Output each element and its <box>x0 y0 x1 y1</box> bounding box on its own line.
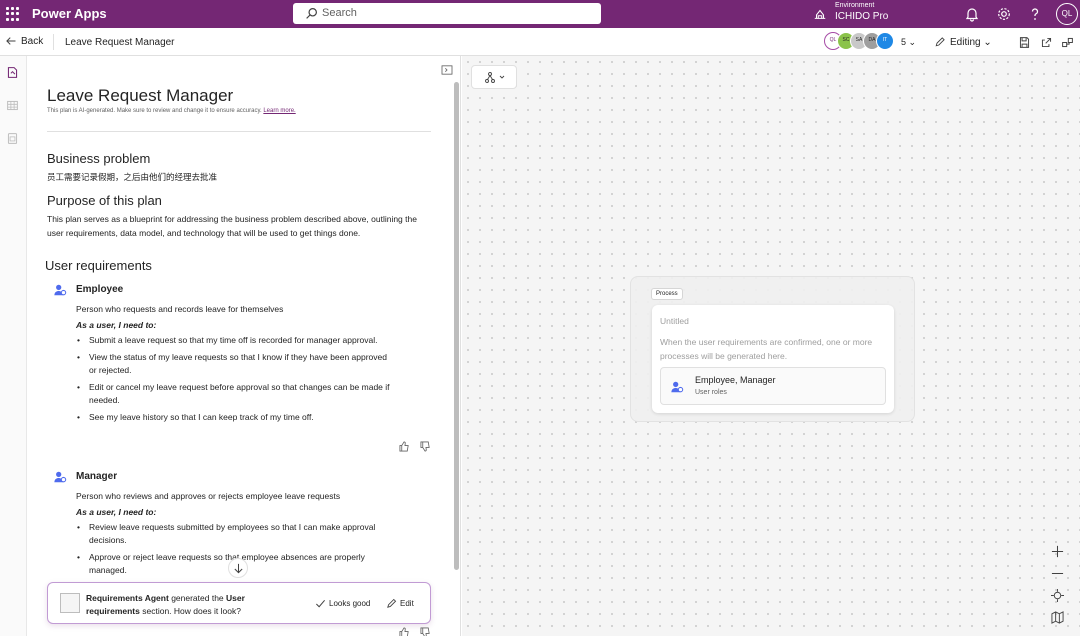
process-tag: Process <box>651 288 683 300</box>
user-roles-names: Employee, Manager <box>695 375 776 385</box>
purpose-text: This plan serves as a blueprint for addr… <box>47 214 417 238</box>
agent-name: Requirements Agent <box>86 593 169 603</box>
user-avatar[interactable]: QL <box>1056 3 1078 25</box>
person-icon <box>671 381 684 393</box>
process-title: Untitled <box>660 316 689 326</box>
document-title: Leave Request Manager <box>47 86 234 105</box>
process-card[interactable]: Untitled When the user requirements are … <box>652 305 894 413</box>
needs-label: As a user, I need to: <box>76 507 157 517</box>
user-roles-label: User roles <box>695 389 727 396</box>
needs-label: As a user, I need to: <box>76 320 157 330</box>
list-item: View the status of my leave requests so … <box>75 351 390 377</box>
plan-title: Leave Request Manager <box>65 37 175 48</box>
ai-disclaimer-text: This plan is AI-generated. Make sure to … <box>47 108 262 114</box>
arrow-down-icon <box>234 563 243 574</box>
map-icon[interactable] <box>1051 611 1064 624</box>
back-label: Back <box>21 35 44 47</box>
pencil-icon <box>387 598 397 608</box>
design-canvas[interactable]: Process Untitled When the user requireme… <box>462 56 1080 636</box>
plan-document-pane: Leave Request Manager This plan is AI-ge… <box>27 56 461 636</box>
divider <box>53 34 54 50</box>
app-icon[interactable] <box>6 132 19 145</box>
checkmark-icon <box>316 599 326 608</box>
divider <box>47 131 431 132</box>
list-item: Review leave requests submitted by emplo… <box>75 521 390 547</box>
diagram-icon <box>485 72 505 83</box>
process-description: When the user requirements are confirmed… <box>660 337 873 361</box>
role-name: Employee <box>76 284 124 295</box>
app-launcher-icon[interactable] <box>6 7 20 21</box>
person-icon <box>54 471 67 483</box>
thumbs-down-icon[interactable] <box>420 441 431 452</box>
list-item: Submit a leave request so that my time o… <box>75 334 390 347</box>
list-item: Edit or cancel my leave request before a… <box>75 381 390 407</box>
zoom-in-icon[interactable] <box>1051 545 1064 558</box>
thumbs-down-icon[interactable] <box>420 627 431 636</box>
process-group[interactable]: Process Untitled When the user requireme… <box>630 276 915 422</box>
user-requirements-heading: User requirements <box>45 258 152 273</box>
environment-icon[interactable] <box>813 7 827 21</box>
feedback-buttons <box>399 627 431 636</box>
toast-tail: section. How does it look? <box>142 606 241 616</box>
needs-list: Submit a leave request so that my time o… <box>75 334 390 428</box>
collaborator-count-value: 5 <box>901 37 907 47</box>
toast-middle: generated the <box>171 593 224 603</box>
looks-good-label: Looks good <box>329 599 371 608</box>
learn-more-link[interactable]: Learn more. <box>263 108 295 114</box>
user-roles-chip[interactable]: Employee, Manager User roles <box>660 367 886 405</box>
purpose-heading: Purpose of this plan <box>47 193 162 208</box>
editing-label: Editing <box>950 36 981 48</box>
help-icon[interactable] <box>1027 6 1043 22</box>
environment-name[interactable]: ICHIDO Pro <box>835 11 888 22</box>
collaborator-avatars[interactable]: QL SC SA DA IT <box>824 32 898 52</box>
environment-label: Environment <box>835 2 875 9</box>
search-icon <box>306 8 317 19</box>
thumbs-up-icon[interactable] <box>399 627 410 636</box>
fit-view-icon[interactable] <box>1051 589 1064 602</box>
arrow-left-icon <box>6 37 16 45</box>
toast-message: Requirements Agent generated the User re… <box>86 592 276 618</box>
role-name: Manager <box>76 471 118 482</box>
command-bar: Back Leave Request Manager QL SC SA DA I… <box>0 28 1080 56</box>
collaborator-count[interactable]: 5 ⌄ <box>901 37 916 48</box>
zoom-out-icon[interactable] <box>1051 567 1064 580</box>
thumbs-up-icon[interactable] <box>399 441 410 452</box>
scrollbar[interactable] <box>454 82 459 570</box>
pencil-icon <box>935 37 945 47</box>
editing-mode-button[interactable]: Editing ⌄ <box>934 36 992 48</box>
scroll-to-bottom-button[interactable] <box>228 558 248 578</box>
role-description: Person who reviews and approves or rejec… <box>76 491 341 501</box>
collapse-pane-icon[interactable] <box>441 65 453 75</box>
business-problem-text: 员工需要记录假期，之后由他们的经理去批准 <box>47 172 218 182</box>
app-name[interactable]: Power Apps <box>32 6 107 21</box>
canvas-view-menu[interactable] <box>471 65 517 89</box>
collaborate-icon[interactable] <box>1061 36 1074 49</box>
gear-icon[interactable] <box>996 6 1012 22</box>
left-rail <box>0 56 27 636</box>
list-item: See my leave history so that I can keep … <box>75 411 390 424</box>
search-placeholder: Search <box>322 7 357 19</box>
avatar: IT <box>876 32 894 50</box>
zoom-controls <box>1047 540 1069 630</box>
looks-good-button[interactable]: Looks good <box>315 598 370 609</box>
agent-avatar <box>60 593 80 613</box>
role-description: Person who requests and records leave fo… <box>76 304 284 314</box>
search-input[interactable]: Search <box>293 3 601 24</box>
table-icon[interactable] <box>6 99 19 112</box>
person-icon <box>54 284 67 296</box>
back-button[interactable]: Back <box>5 35 43 47</box>
agent-feedback-toast: Requirements Agent generated the User re… <box>47 582 431 624</box>
business-problem-heading: Business problem <box>47 151 151 166</box>
share-icon[interactable] <box>1040 36 1053 49</box>
edit-button[interactable]: Edit <box>386 598 414 609</box>
edit-label: Edit <box>400 599 414 608</box>
top-bar: Power Apps Search Environment ICHIDO Pro… <box>0 0 1080 28</box>
ai-disclaimer: This plan is AI-generated. Make sure to … <box>47 108 296 114</box>
feedback-buttons <box>399 441 431 453</box>
plan-icon[interactable] <box>6 66 19 79</box>
save-icon[interactable] <box>1018 36 1031 49</box>
bell-icon[interactable] <box>964 6 980 22</box>
